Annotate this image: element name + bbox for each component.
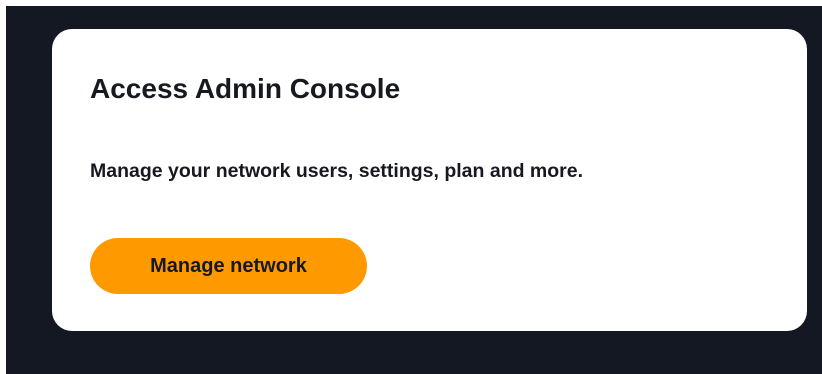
page: Access Admin Console Manage your network… (0, 0, 822, 374)
manage-network-button[interactable]: Manage network (90, 238, 367, 294)
admin-console-card: Access Admin Console Manage your network… (52, 29, 807, 331)
card-title: Access Admin Console (90, 73, 401, 104)
card-description: Manage your network users, settings, pla… (90, 160, 584, 182)
